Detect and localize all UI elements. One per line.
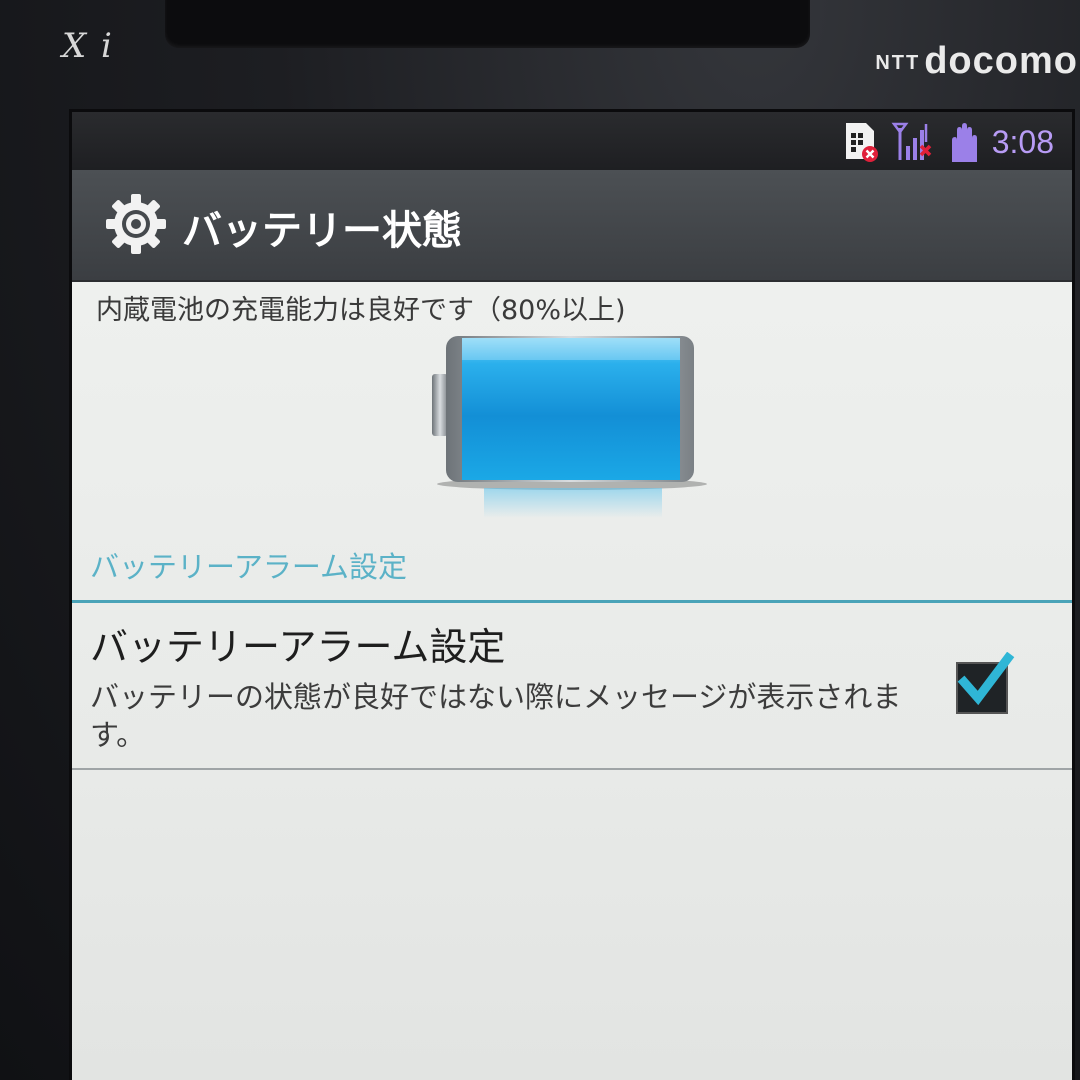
carrier-name: docomo [924, 40, 1078, 82]
phone-screen: 3:08 バッテリー状態 内蔵電池の充電能力は良好です（80%以上) バッテリー… [72, 112, 1072, 1080]
battery-alarm-checkbox[interactable] [956, 652, 1015, 714]
battery-alarm-setting-row[interactable]: バッテリーアラーム設定 バッテリーの状態が良好ではない際にメッセージが表示されま… [72, 604, 1072, 768]
battery-icon [432, 336, 707, 518]
status-time: 3:08 [991, 123, 1054, 160]
setting-title: バッテリーアラーム設定 [90, 625, 506, 669]
battery-status-content: 内蔵電池の充電能力は良好です（80%以上) バッテリーアラーム設定 バッテリーア… [72, 282, 1072, 1080]
section-divider [72, 600, 1072, 603]
title-bar: バッテリー状態 [72, 170, 1072, 282]
device-bezel: X i NTT docomo 3:08 バッテリー状態 内蔵電池の充電能力は良好… [0, 0, 1080, 1080]
status-bar[interactable]: 3:08 [72, 112, 1072, 170]
setting-description: バッテリーの状態が良好ではない際にメッセージが表示されます。 [90, 680, 902, 752]
hand-icon [951, 123, 977, 162]
earpiece [165, 0, 810, 48]
status-icons: 3:08 [842, 120, 1054, 164]
battery-health-message: 内蔵電池の充電能力は良好です（80%以上) [96, 295, 626, 326]
carrier-logo: NTT docomo [875, 40, 1078, 83]
row-divider [72, 768, 1072, 770]
page-title: バッテリー状態 [182, 208, 462, 254]
gear-icon [106, 194, 166, 254]
sim-error-icon [845, 123, 878, 162]
check-icon [957, 652, 1015, 706]
section-header: バッテリーアラーム設定 [90, 550, 407, 584]
xi-logo: X i [62, 26, 114, 66]
carrier-prefix: NTT [875, 52, 921, 74]
signal-no-service-icon [891, 122, 931, 160]
